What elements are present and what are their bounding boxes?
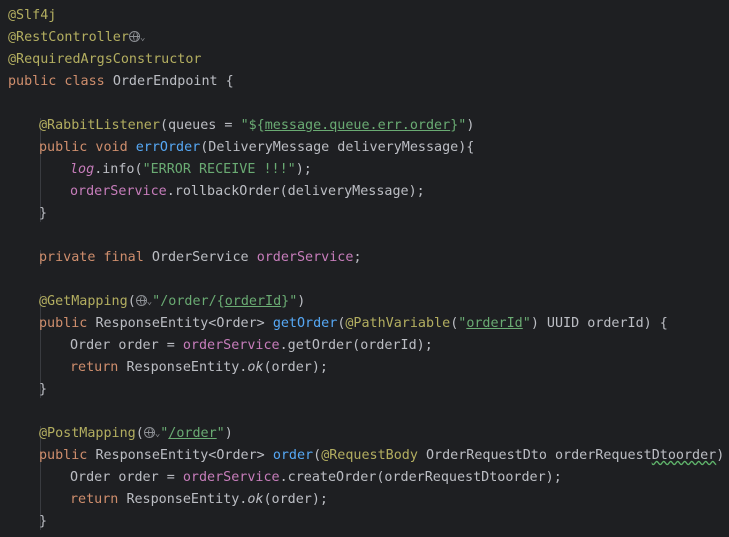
code-token: errOrder [135,140,201,155]
code-token: orderService [182,470,280,485]
code-token: ( [127,294,136,309]
code-token: ResponseEntity<Order> [95,316,273,331]
code-token: ) [466,118,475,133]
code-token: orderService [182,338,280,353]
code-token: OrderRequestDto orderRequest [426,448,652,463]
code-token: order [272,448,314,463]
code-token: ) { [716,448,725,463]
code-line[interactable]: @RestController ⌄ [8,27,145,49]
code-token: (DeliveryMessage deliveryMessage){ [200,140,475,155]
code-token: ); [295,162,312,177]
code-token: @GetMapping [39,294,128,309]
code-token: orderId [466,316,523,331]
globe-icon[interactable]: ⌄ [143,426,160,441]
code-line[interactable]: } [39,379,47,401]
code-token: @PostMapping [39,426,136,441]
code-line[interactable]: orderService.rollbackOrder(deliveryMessa… [70,181,425,203]
code-token: public [39,448,96,463]
code-line[interactable]: return ResponseEntity.ok(order); [70,357,328,379]
code-line[interactable]: @PostMapping(⌄"/order") [39,423,233,445]
code-line[interactable]: public ResponseEntity<Order> order(@Requ… [39,445,729,467]
code-token: .rollbackOrder(deliveryMessage); [166,184,425,199]
code-line[interactable]: @RabbitListener(queues = "${message.queu… [39,115,474,137]
code-token: orderService [256,250,354,265]
code-token: "ERROR RECEIVE !!!" [142,162,296,177]
code-token: " [522,316,531,331]
code-line[interactable]: } [39,511,47,533]
code-token: .info( [94,162,143,177]
code-token: @Slf4j [8,8,57,23]
code-token: Order order = [70,470,183,485]
code-token: @RequestBody [321,448,426,463]
code-token: /order [168,426,217,441]
code-token: ok [247,360,264,375]
code-token: @RequiredArgsConstructor [8,52,202,67]
code-token: (order); [263,492,329,507]
code-token: message.queue.err.order [264,118,451,133]
globe-icon[interactable]: ⌄ [128,30,145,45]
globe-icon[interactable]: ⌄ [135,294,152,309]
code-line[interactable]: Order order = orderService.getOrder(orde… [70,335,433,357]
code-line[interactable]: @Slf4j [8,5,56,27]
code-token: OrderEndpoint { [112,74,234,89]
code-line[interactable]: private final OrderService orderService; [39,247,362,269]
code-token: " [216,426,225,441]
code-token: ResponseEntity. [126,492,248,507]
code-token: ok [247,492,264,507]
code-token: @PathVariable [345,316,451,331]
code-token: ( [135,426,144,441]
code-token: ) [297,294,306,309]
code-token: ; [353,250,362,265]
code-token: @RabbitListener [39,118,160,133]
code-editor[interactable]: @Slf4j @RestController ⌄ @RequiredArgsConst… [0,0,729,537]
code-token: .getOrder(orderId); [279,338,433,353]
code-line[interactable]: return ResponseEntity.ok(order); [70,489,328,511]
code-token: } [39,514,48,529]
code-token: return [70,360,127,375]
code-token: Dtoorder [651,448,717,463]
code-token: ResponseEntity<Order> [95,448,273,463]
code-token: private final [39,250,152,265]
code-token: public [39,316,96,331]
code-token: public void [39,140,136,155]
code-token: } [39,206,48,221]
code-line[interactable]: @RequiredArgsConstructor [8,49,201,71]
code-line[interactable]: } [39,203,47,225]
code-token: orderId [224,294,282,309]
code-token: log [70,162,95,177]
code-token: ) UUID orderId) { [530,316,668,331]
code-line[interactable]: public class OrderEndpoint { [8,71,234,93]
code-line[interactable]: Order order = orderService.createOrder(o… [70,467,562,489]
code-line[interactable]: @GetMapping(⌄"/order/{orderId}") [39,291,305,313]
code-token: (queues = [159,118,241,133]
code-line[interactable]: public ResponseEntity<Order> getOrder(@P… [39,313,668,335]
code-line[interactable]: log.info("ERROR RECEIVE !!!"); [70,159,312,181]
code-token: (order); [263,360,329,375]
code-token: OrderService [151,250,257,265]
code-token: public class [8,74,113,89]
code-token: } [39,382,48,397]
code-token: "/order/{ [152,294,225,309]
code-token: Order order = [70,338,183,353]
code-token: "${ [240,118,265,133]
code-token: return [70,492,127,507]
code-token: }" [281,294,298,309]
code-token: orderService [70,184,167,199]
code-token: @RestController [8,30,129,45]
code-token: .createOrder(orderRequestDtoorder); [279,470,562,485]
code-line[interactable]: public void errOrder(DeliveryMessage del… [39,137,474,159]
code-token: ) [224,426,233,441]
code-token: getOrder [272,316,338,331]
code-token: ResponseEntity. [126,360,248,375]
code-token: ( [313,448,322,463]
code-token: }" [450,118,467,133]
